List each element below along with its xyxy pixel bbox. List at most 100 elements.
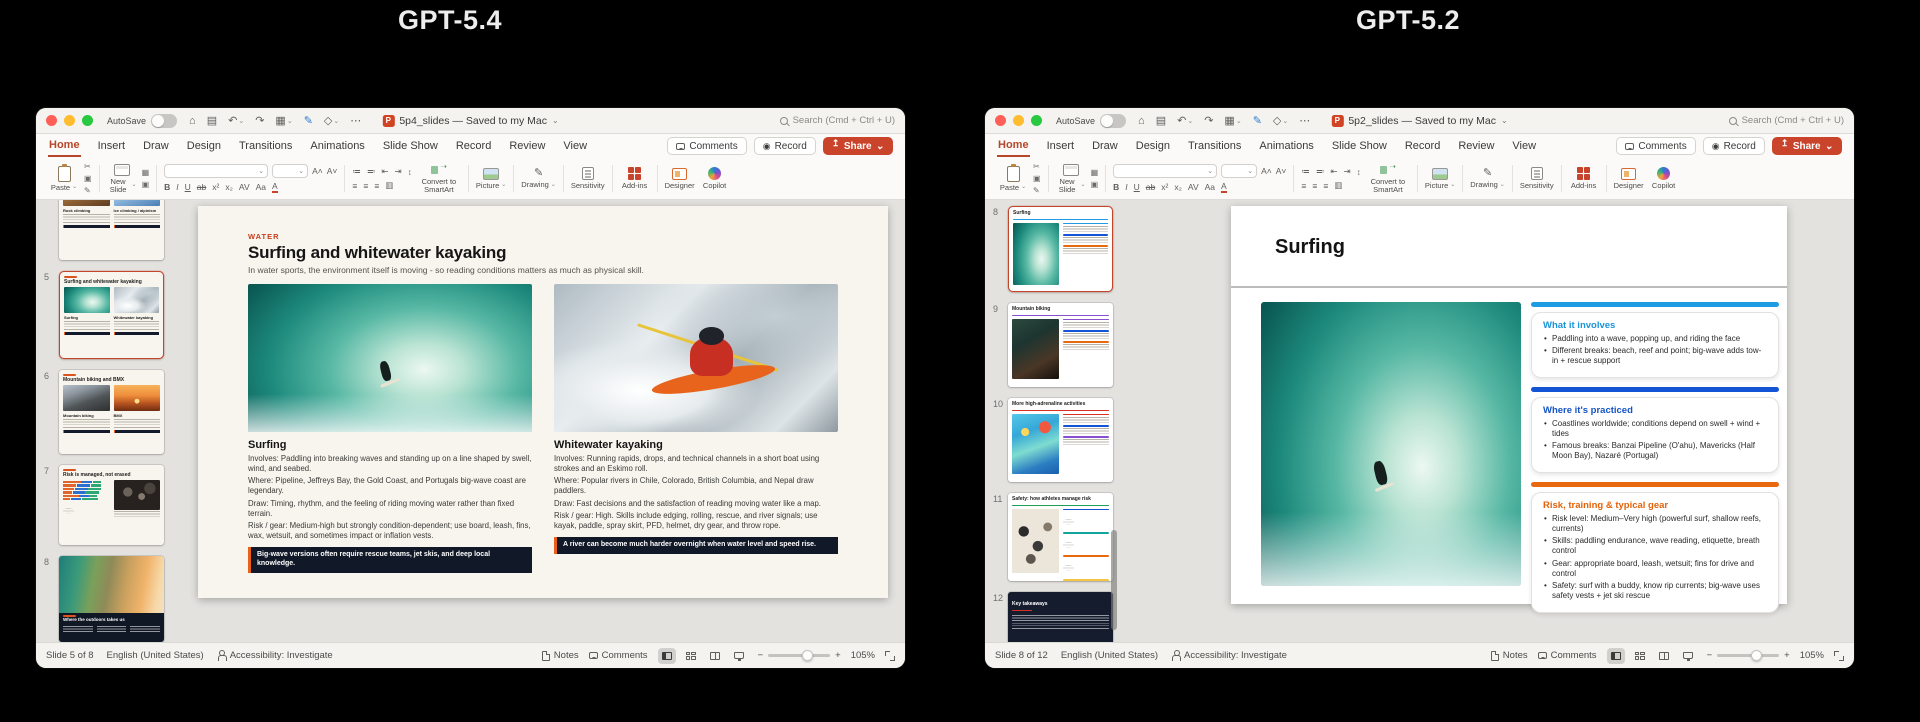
accessibility-button[interactable]: Accessibility: Investigate xyxy=(217,650,333,661)
font-name-select[interactable]: ⌄ xyxy=(1113,164,1217,178)
zoom-slider[interactable] xyxy=(768,654,830,657)
slideshow-view-button[interactable] xyxy=(1679,648,1697,664)
thumbnail-scrollbar[interactable] xyxy=(1111,530,1117,630)
card-risk-training-gear[interactable]: Risk, training & typical gear Risk level… xyxy=(1531,482,1779,613)
surfing-photo[interactable] xyxy=(1261,302,1521,586)
more-icon[interactable]: ⋯ xyxy=(350,114,361,127)
tab-record[interactable]: Record xyxy=(1404,137,1441,156)
zoom-in-button[interactable]: + xyxy=(835,650,841,661)
columns-button[interactable]: ▥ xyxy=(385,180,393,191)
tab-home[interactable]: Home xyxy=(48,136,81,157)
share-button[interactable]: Share⌄ xyxy=(1772,137,1842,155)
numbering-button[interactable]: ≕ xyxy=(1316,166,1325,177)
align-right-button[interactable]: ≡ xyxy=(374,181,379,191)
italic-button[interactable]: I xyxy=(1125,182,1127,192)
thumbnail-slide-10[interactable]: 10 More high-adrenaline activities xyxy=(993,398,1113,482)
zoom-out-button[interactable]: − xyxy=(758,650,764,661)
share-button[interactable]: Share⌄ xyxy=(823,137,893,155)
tab-animations[interactable]: Animations xyxy=(309,137,365,156)
tab-draw[interactable]: Draw xyxy=(142,137,170,156)
underline-button[interactable]: U xyxy=(1134,182,1140,192)
tab-transitions[interactable]: Transitions xyxy=(1187,137,1242,156)
underline-button[interactable]: U xyxy=(185,182,191,192)
line-spacing-button[interactable]: ↕ xyxy=(1357,167,1361,177)
more-icon[interactable]: ⋯ xyxy=(1299,114,1310,127)
thumbnail-slide-5[interactable]: 5 Surfing and whitewater kayaking Surfin… xyxy=(44,271,164,359)
kayaking-photo[interactable] xyxy=(554,284,838,432)
subscript-button[interactable]: x₂ xyxy=(1174,182,1182,192)
outdent-button[interactable]: ⇤ xyxy=(1330,166,1337,177)
tab-view[interactable]: View xyxy=(1511,137,1537,156)
cut-icon[interactable]: ✂ xyxy=(84,162,92,171)
bold-button[interactable]: B xyxy=(1113,182,1119,192)
draw-icon[interactable]: ✎ xyxy=(304,114,313,127)
slide-layout-icon[interactable]: ▦ xyxy=(1091,168,1099,177)
undo-icon[interactable]: ↶⌄ xyxy=(228,114,244,127)
thumbnail-slide-6[interactable]: 6 Mountain biking and BMX Mountain bikin… xyxy=(44,370,164,454)
document-title[interactable]: P 5p4_slides — Saved to my Mac ⌄ xyxy=(382,115,558,127)
kayaking-column[interactable]: Whitewater kayaking Involves: Running ra… xyxy=(554,284,838,573)
document-title[interactable]: P 5p2_slides — Saved to my Mac ⌄ xyxy=(1331,115,1507,127)
tab-insert[interactable]: Insert xyxy=(97,137,127,156)
thumbnail-slide-7[interactable]: 7 Risk is managed, not erased xyxy=(44,465,164,545)
shapes-icon[interactable]: ◇⌄ xyxy=(324,114,339,127)
italic-button[interactable]: I xyxy=(176,182,178,192)
paste-button[interactable]: Paste⌄ xyxy=(49,166,79,192)
drawing-button[interactable]: ✎ Drawing⌄ xyxy=(1470,168,1505,189)
search-input[interactable]: Search (Cmd + Ctrl + U) xyxy=(1729,115,1844,126)
indent-button[interactable]: ⇥ xyxy=(1344,166,1351,177)
picture-button[interactable]: Picture⌄ xyxy=(476,168,506,190)
tab-insert[interactable]: Insert xyxy=(1046,137,1076,156)
change-case-button[interactable]: Aa xyxy=(256,182,266,192)
font-color-button[interactable]: A xyxy=(272,181,278,193)
align-center-button[interactable]: ≡ xyxy=(1312,181,1317,191)
zoom-in-button[interactable]: + xyxy=(1784,650,1790,661)
font-size-select[interactable]: ⌄ xyxy=(272,164,308,178)
tab-design[interactable]: Design xyxy=(186,137,222,156)
font-size-select[interactable]: ⌄ xyxy=(1221,164,1257,178)
redo-icon[interactable]: ↷ xyxy=(1204,114,1213,127)
sensitivity-button[interactable]: Sensitivity xyxy=(1520,167,1554,190)
notes-button[interactable]: Notes xyxy=(1491,650,1528,661)
fit-slide-icon[interactable] xyxy=(885,651,895,661)
strikethrough-button[interactable]: ab xyxy=(197,182,206,192)
format-painter-icon[interactable]: ✎ xyxy=(1033,186,1041,195)
language-button[interactable]: English (United States) xyxy=(1061,650,1158,661)
copy-icon[interactable]: ▣ xyxy=(1033,174,1041,183)
search-input[interactable]: Search (Cmd + Ctrl + U) xyxy=(780,115,895,126)
slideshow-view-button[interactable] xyxy=(730,648,748,664)
shapes-icon[interactable]: ◇⌄ xyxy=(1273,114,1288,127)
subscript-button[interactable]: x₂ xyxy=(225,182,233,192)
align-left-button[interactable]: ≡ xyxy=(1301,181,1306,191)
bold-button[interactable]: B xyxy=(164,182,170,192)
thumbnail-slide-11[interactable]: 11 Safety: how athletes manage risk xyxy=(993,493,1113,581)
grow-font-button[interactable]: A˄ xyxy=(1261,166,1272,176)
slide-sorter-view-button[interactable] xyxy=(1631,648,1649,664)
add-ins-button[interactable]: Add-ins xyxy=(620,167,650,190)
autosave-toggle[interactable] xyxy=(1100,114,1126,128)
tab-slide-show[interactable]: Slide Show xyxy=(1331,137,1388,156)
undo-icon[interactable]: ↶⌄ xyxy=(1177,114,1193,127)
minimize-button[interactable] xyxy=(64,115,75,126)
record-button[interactable]: ◉Record xyxy=(754,137,816,155)
bullets-button[interactable]: ≔ xyxy=(352,166,361,177)
slide-counter[interactable]: Slide 5 of 8 xyxy=(46,650,94,661)
normal-view-button[interactable] xyxy=(658,648,676,664)
card-what-it-involves[interactable]: What it involves Paddling into a wave, p… xyxy=(1531,302,1779,378)
reading-view-button[interactable] xyxy=(1655,648,1673,664)
record-button[interactable]: ◉Record xyxy=(1703,137,1765,155)
strikethrough-button[interactable]: ab xyxy=(1146,182,1155,192)
slide-title[interactable]: Surfing xyxy=(1275,236,1345,259)
font-color-button[interactable]: A xyxy=(1221,181,1227,193)
redo-icon[interactable]: ↷ xyxy=(255,114,264,127)
tab-design[interactable]: Design xyxy=(1135,137,1171,156)
slide-title[interactable]: Surfing and whitewater kayaking xyxy=(248,243,838,263)
language-button[interactable]: English (United States) xyxy=(107,650,204,661)
autosave-toggle[interactable] xyxy=(151,114,177,128)
cut-icon[interactable]: ✂ xyxy=(1033,162,1041,171)
format-painter-icon[interactable]: ✎ xyxy=(84,186,92,195)
indent-button[interactable]: ⇥ xyxy=(395,166,402,177)
thumbnail-slide-9[interactable]: 9 Mountain biking xyxy=(993,303,1113,387)
align-left-button[interactable]: ≡ xyxy=(352,181,357,191)
line-spacing-button[interactable]: ↕ xyxy=(408,167,412,177)
